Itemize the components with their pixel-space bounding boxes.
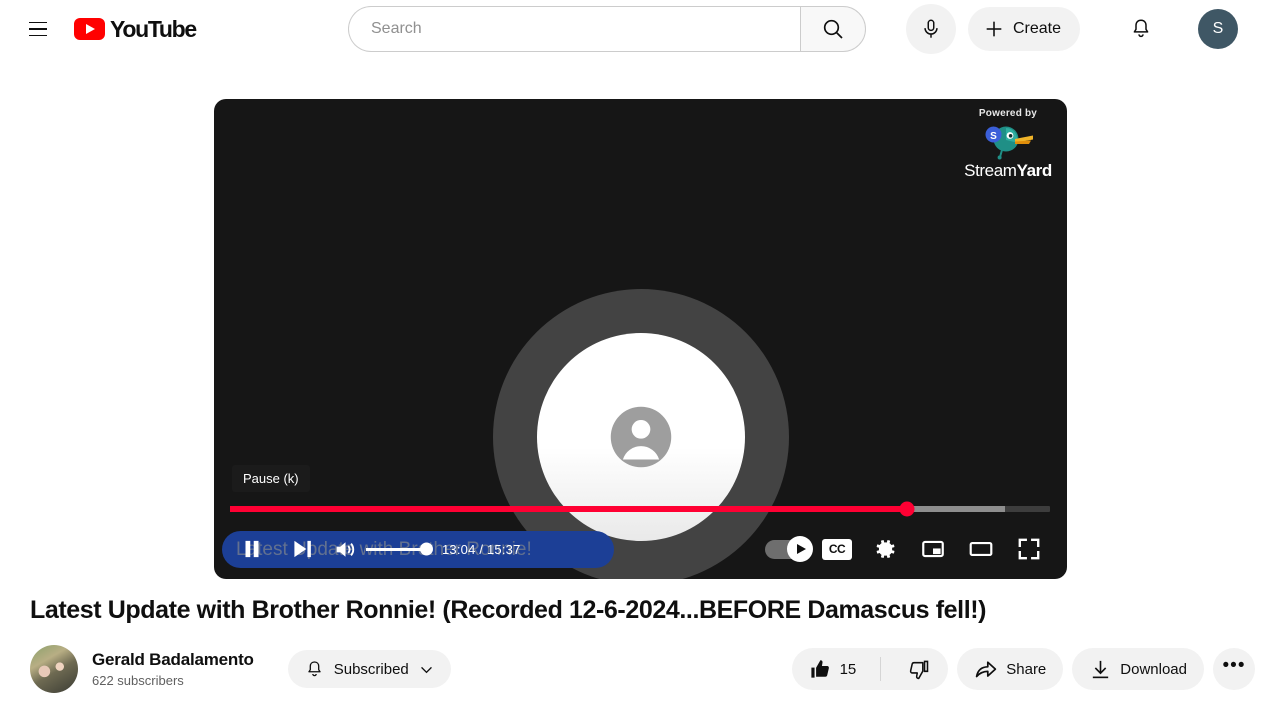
microphone-icon	[924, 19, 938, 38]
pause-button[interactable]	[228, 525, 276, 573]
masthead-left: YouTube	[18, 9, 197, 49]
create-button-label: Create	[1013, 20, 1062, 37]
youtube-play-icon	[74, 18, 105, 40]
time-display: 13:04 / 15:37	[442, 541, 521, 557]
autoplay-knob	[787, 536, 813, 562]
player-controls-right: CC	[761, 525, 1053, 573]
channel-text: Gerald Badalamento 622 subscribers	[92, 650, 254, 688]
avatar-initial: S	[1212, 20, 1224, 37]
autoplay-toggle[interactable]	[761, 536, 813, 562]
create-button[interactable]: Create	[968, 7, 1081, 51]
search-input-container[interactable]	[348, 6, 800, 52]
fullscreen-button[interactable]	[1005, 525, 1053, 573]
theater-mode-icon	[969, 541, 993, 557]
progress-scrubber[interactable]	[899, 501, 914, 517]
download-label: Download	[1120, 660, 1187, 678]
progress-bar[interactable]	[230, 501, 1050, 517]
player-controls: 13:04 / 15:37 CC	[214, 523, 1067, 575]
more-actions-label: •••	[1222, 655, 1246, 676]
miniplayer-icon	[922, 540, 944, 558]
theater-mode-button[interactable]	[957, 525, 1005, 573]
notifications-button[interactable]	[1119, 7, 1163, 51]
volume-slider-knob[interactable]	[420, 542, 433, 556]
subscribed-button[interactable]: Subscribed	[287, 650, 451, 688]
thumbs-down-icon	[910, 660, 929, 679]
subtitles-button[interactable]: CC	[813, 525, 861, 573]
person-placeholder-icon	[610, 406, 671, 468]
next-video-button[interactable]	[278, 525, 326, 573]
dislike-button[interactable]	[889, 648, 948, 690]
miniplayer-button[interactable]	[909, 525, 957, 573]
youtube-logo-text: YouTube	[110, 15, 197, 42]
search-bar	[348, 6, 866, 52]
search-button[interactable]	[800, 6, 866, 52]
streamyard-brand-text: StreamYard	[964, 161, 1052, 180]
video-title: Latest Update with Brother Ronnie! (Reco…	[30, 596, 987, 624]
streamyard-powered-by-text: Powered by	[978, 108, 1038, 119]
voice-search-button[interactable]	[906, 4, 956, 54]
subscribed-label: Subscribed	[333, 660, 409, 678]
thumbs-up-filled-icon	[810, 659, 829, 678]
channel-info-row: Gerald Badalamento 622 subscribers Subsc…	[30, 645, 451, 693]
share-label: Share	[1006, 660, 1047, 678]
settings-button[interactable]	[861, 525, 909, 573]
gear-icon	[876, 540, 895, 558]
chevron-down-icon	[420, 666, 432, 673]
bell-icon	[308, 660, 321, 676]
volume-high-icon	[336, 541, 354, 557]
cc-label: CC	[822, 538, 852, 560]
video-actions: 15 Share Download •••	[791, 648, 1255, 690]
like-dislike-divider	[880, 657, 882, 681]
search-input[interactable]	[371, 20, 800, 38]
like-dislike-group: 15	[791, 648, 949, 690]
account-avatar[interactable]: S	[1198, 9, 1238, 49]
subscriber-count: 622 subscribers	[92, 673, 184, 688]
progress-played	[230, 506, 907, 512]
share-button[interactable]: Share	[957, 648, 1064, 690]
video-player[interactable]: Powered by S StreamYard Pause (k) Latest…	[214, 99, 1067, 579]
pause-icon	[245, 540, 259, 558]
download-icon	[1093, 660, 1109, 678]
fullscreen-icon	[1018, 538, 1040, 560]
channel-avatar[interactable]	[30, 645, 78, 693]
hamburger-icon[interactable]	[18, 9, 58, 49]
like-count: 15	[839, 660, 857, 678]
search-icon	[823, 19, 843, 39]
streamyard-duck-icon: S	[985, 126, 1033, 160]
pause-tooltip: Pause (k)	[232, 465, 310, 492]
player-controls-left: 13:04 / 15:37	[228, 525, 521, 573]
youtube-logo[interactable]: YouTube	[74, 15, 197, 43]
bell-icon	[1133, 19, 1149, 38]
masthead: YouTube Create	[0, 0, 1280, 58]
share-arrow-icon	[976, 661, 997, 678]
plus-icon	[986, 21, 1002, 37]
download-button[interactable]: Download	[1072, 648, 1204, 690]
volume-slider[interactable]	[366, 542, 433, 556]
channel-name[interactable]: Gerald Badalamento	[92, 650, 254, 670]
svg-text:S: S	[990, 131, 997, 142]
more-actions-button[interactable]: •••	[1213, 648, 1255, 690]
next-video-icon	[294, 540, 311, 558]
streamyard-watermark: Powered by S StreamYard	[958, 108, 1058, 181]
volume-button[interactable]	[328, 525, 362, 573]
like-button[interactable]: 15	[792, 648, 873, 690]
